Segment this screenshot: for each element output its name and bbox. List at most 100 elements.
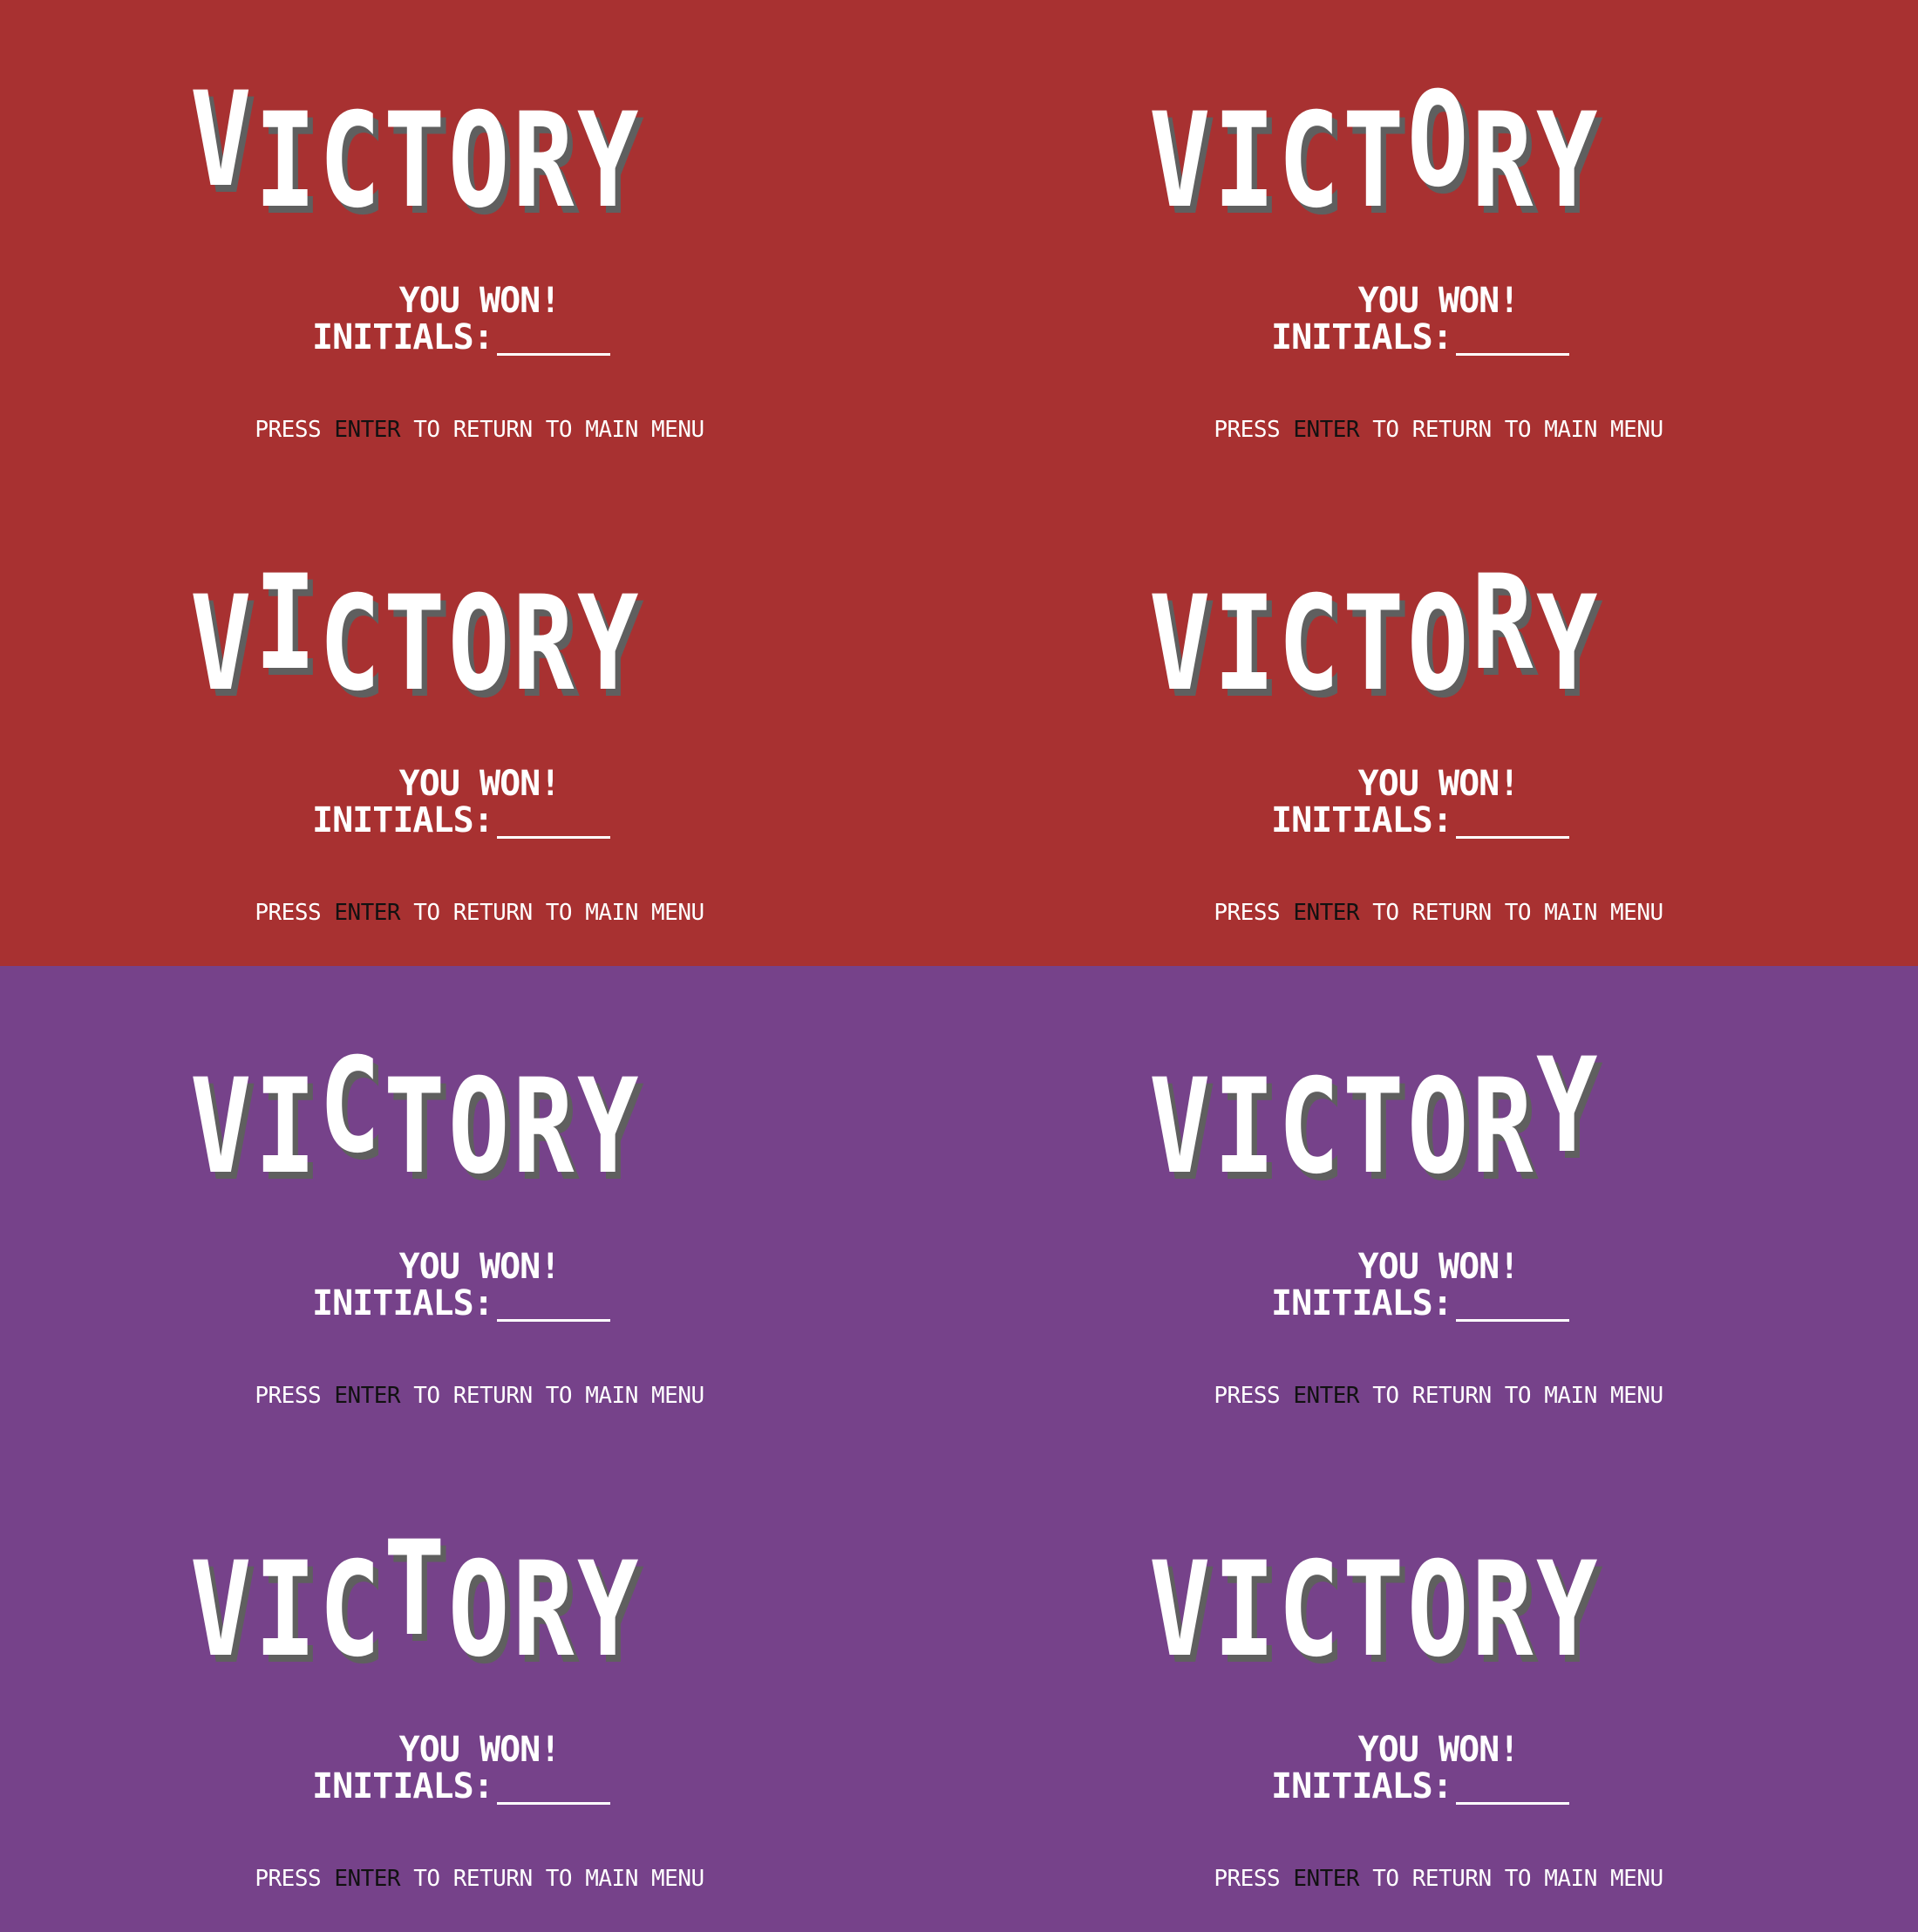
initials-row: INITIALS: <box>312 319 610 356</box>
victory-title: VICTORY <box>190 1524 713 1686</box>
enter-key-label: ENTER <box>334 417 401 443</box>
title-letter-t: T <box>384 85 445 237</box>
victory-screen-frame-1: VICTORY YOU WON! INITIALS: PRESS ENTER T… <box>0 0 959 483</box>
title-letter-o: O <box>448 1534 510 1686</box>
victory-title: VICTORY <box>1149 1534 1672 1686</box>
prompt-press-text: PRESS <box>1214 1383 1281 1409</box>
title-letter-c: C <box>1278 85 1340 237</box>
victory-title: VICTORY <box>190 1041 713 1203</box>
initials-row: INITIALS: <box>1271 319 1569 356</box>
title-letter-i: I <box>1214 1051 1275 1203</box>
victory-title: VICTORY <box>190 75 713 237</box>
initials-row: INITIALS: <box>312 1768 610 1805</box>
return-to-menu-prompt: PRESS ENTER TO RETURN TO MAIN MENU <box>0 417 959 443</box>
title-letter-i: I <box>1214 1534 1275 1686</box>
title-letter-i: I <box>255 1051 316 1203</box>
initials-input[interactable] <box>1455 1771 1569 1805</box>
return-to-menu-prompt: PRESS ENTER TO RETURN TO MAIN MENU <box>0 1383 959 1409</box>
title-letter-i: I <box>255 1534 316 1686</box>
title-letter-o: O <box>448 1051 510 1203</box>
initials-row: INITIALS: <box>1271 1768 1569 1805</box>
you-won-text: YOU WON! <box>1357 281 1520 321</box>
title-letter-c: C <box>319 1031 381 1182</box>
title-letter-v: V <box>1149 1534 1211 1686</box>
initials-input[interactable] <box>1455 1288 1569 1322</box>
enter-key-label: ENTER <box>334 1866 401 1892</box>
title-letter-i: I <box>1214 85 1275 237</box>
return-to-menu-prompt: PRESS ENTER TO RETURN TO MAIN MENU <box>959 900 1918 926</box>
initials-input[interactable] <box>1455 805 1569 839</box>
initials-input[interactable] <box>496 322 610 356</box>
you-won-text: YOU WON! <box>398 281 561 321</box>
victory-screen-frame-8: VICTORY YOU WON! INITIALS: PRESS ENTER T… <box>959 1449 1918 1932</box>
title-letter-y: Y <box>577 1051 639 1203</box>
victory-title: VICTORY <box>1149 1041 1672 1203</box>
initials-input[interactable] <box>496 1288 610 1322</box>
you-won-text: YOU WON! <box>398 1730 561 1770</box>
title-letter-o: O <box>1407 65 1469 216</box>
initials-label: INITIALS: <box>1271 1766 1453 1806</box>
title-letter-y: Y <box>1536 1031 1598 1182</box>
title-letter-i: I <box>255 85 316 237</box>
prompt-return-text: TO RETURN TO MAIN MENU <box>1372 1866 1663 1892</box>
victory-title: VICTORY <box>190 558 713 720</box>
title-letter-t: T <box>1343 568 1404 720</box>
prompt-press-text: PRESS <box>255 1383 322 1409</box>
title-letter-r: R <box>1472 548 1534 699</box>
enter-key-label: ENTER <box>334 900 401 926</box>
title-letter-v: V <box>1149 1051 1211 1203</box>
title-letter-y: Y <box>577 1534 639 1686</box>
victory-screen-frame-4: VICTORY YOU WON! INITIALS: PRESS ENTER T… <box>959 483 1918 966</box>
title-letter-c: C <box>319 568 381 720</box>
title-letter-r: R <box>513 1051 575 1203</box>
you-won-text: YOU WON! <box>398 764 561 804</box>
you-won-text: YOU WON! <box>1357 764 1520 804</box>
enter-key-label: ENTER <box>334 1383 401 1409</box>
title-letter-o: O <box>1407 1051 1469 1203</box>
initials-label: INITIALS: <box>312 1283 494 1323</box>
victory-screen-animation-sheet: VICTORY YOU WON! INITIALS: PRESS ENTER T… <box>0 0 1918 1932</box>
return-to-menu-prompt: PRESS ENTER TO RETURN TO MAIN MENU <box>0 1866 959 1892</box>
prompt-return-text: TO RETURN TO MAIN MENU <box>1372 900 1663 926</box>
title-letter-r: R <box>1472 1534 1534 1686</box>
prompt-press-text: PRESS <box>1214 900 1281 926</box>
title-letter-v: V <box>190 65 252 216</box>
title-letter-y: Y <box>1536 568 1598 720</box>
prompt-press-text: PRESS <box>1214 417 1281 443</box>
initials-row: INITIALS: <box>1271 802 1569 839</box>
title-letter-r: R <box>1472 1051 1534 1203</box>
prompt-return-text: TO RETURN TO MAIN MENU <box>413 900 704 926</box>
title-letter-y: Y <box>577 85 639 237</box>
title-letter-t: T <box>384 568 445 720</box>
initials-row: INITIALS: <box>312 802 610 839</box>
initials-label: INITIALS: <box>1271 800 1453 840</box>
victory-screen-frame-7: VICTORY YOU WON! INITIALS: PRESS ENTER T… <box>0 1449 959 1932</box>
initials-input[interactable] <box>496 1771 610 1805</box>
initials-input[interactable] <box>1455 322 1569 356</box>
title-letter-v: V <box>1149 85 1211 237</box>
title-letter-t: T <box>384 1514 445 1665</box>
title-letter-o: O <box>448 85 510 237</box>
prompt-return-text: TO RETURN TO MAIN MENU <box>1372 417 1663 443</box>
title-letter-r: R <box>513 85 575 237</box>
return-to-menu-prompt: PRESS ENTER TO RETURN TO MAIN MENU <box>0 900 959 926</box>
return-to-menu-prompt: PRESS ENTER TO RETURN TO MAIN MENU <box>959 1383 1918 1409</box>
title-letter-v: V <box>1149 568 1211 720</box>
return-to-menu-prompt: PRESS ENTER TO RETURN TO MAIN MENU <box>959 1866 1918 1892</box>
title-letter-v: V <box>190 568 252 720</box>
initials-row: INITIALS: <box>1271 1285 1569 1322</box>
title-letter-t: T <box>1343 1534 1404 1686</box>
you-won-text: YOU WON! <box>398 1247 561 1287</box>
victory-screen-frame-6: VICTORY YOU WON! INITIALS: PRESS ENTER T… <box>959 966 1918 1449</box>
prompt-press-text: PRESS <box>1214 1866 1281 1892</box>
title-letter-y: Y <box>1536 1534 1598 1686</box>
title-letter-y: Y <box>1536 85 1598 237</box>
title-letter-o: O <box>1407 568 1469 720</box>
enter-key-label: ENTER <box>1293 1383 1360 1409</box>
title-letter-t: T <box>1343 1051 1404 1203</box>
return-to-menu-prompt: PRESS ENTER TO RETURN TO MAIN MENU <box>959 417 1918 443</box>
initials-row: INITIALS: <box>312 1285 610 1322</box>
prompt-return-text: TO RETURN TO MAIN MENU <box>413 1383 704 1409</box>
title-letter-c: C <box>1278 568 1340 720</box>
initials-input[interactable] <box>496 805 610 839</box>
